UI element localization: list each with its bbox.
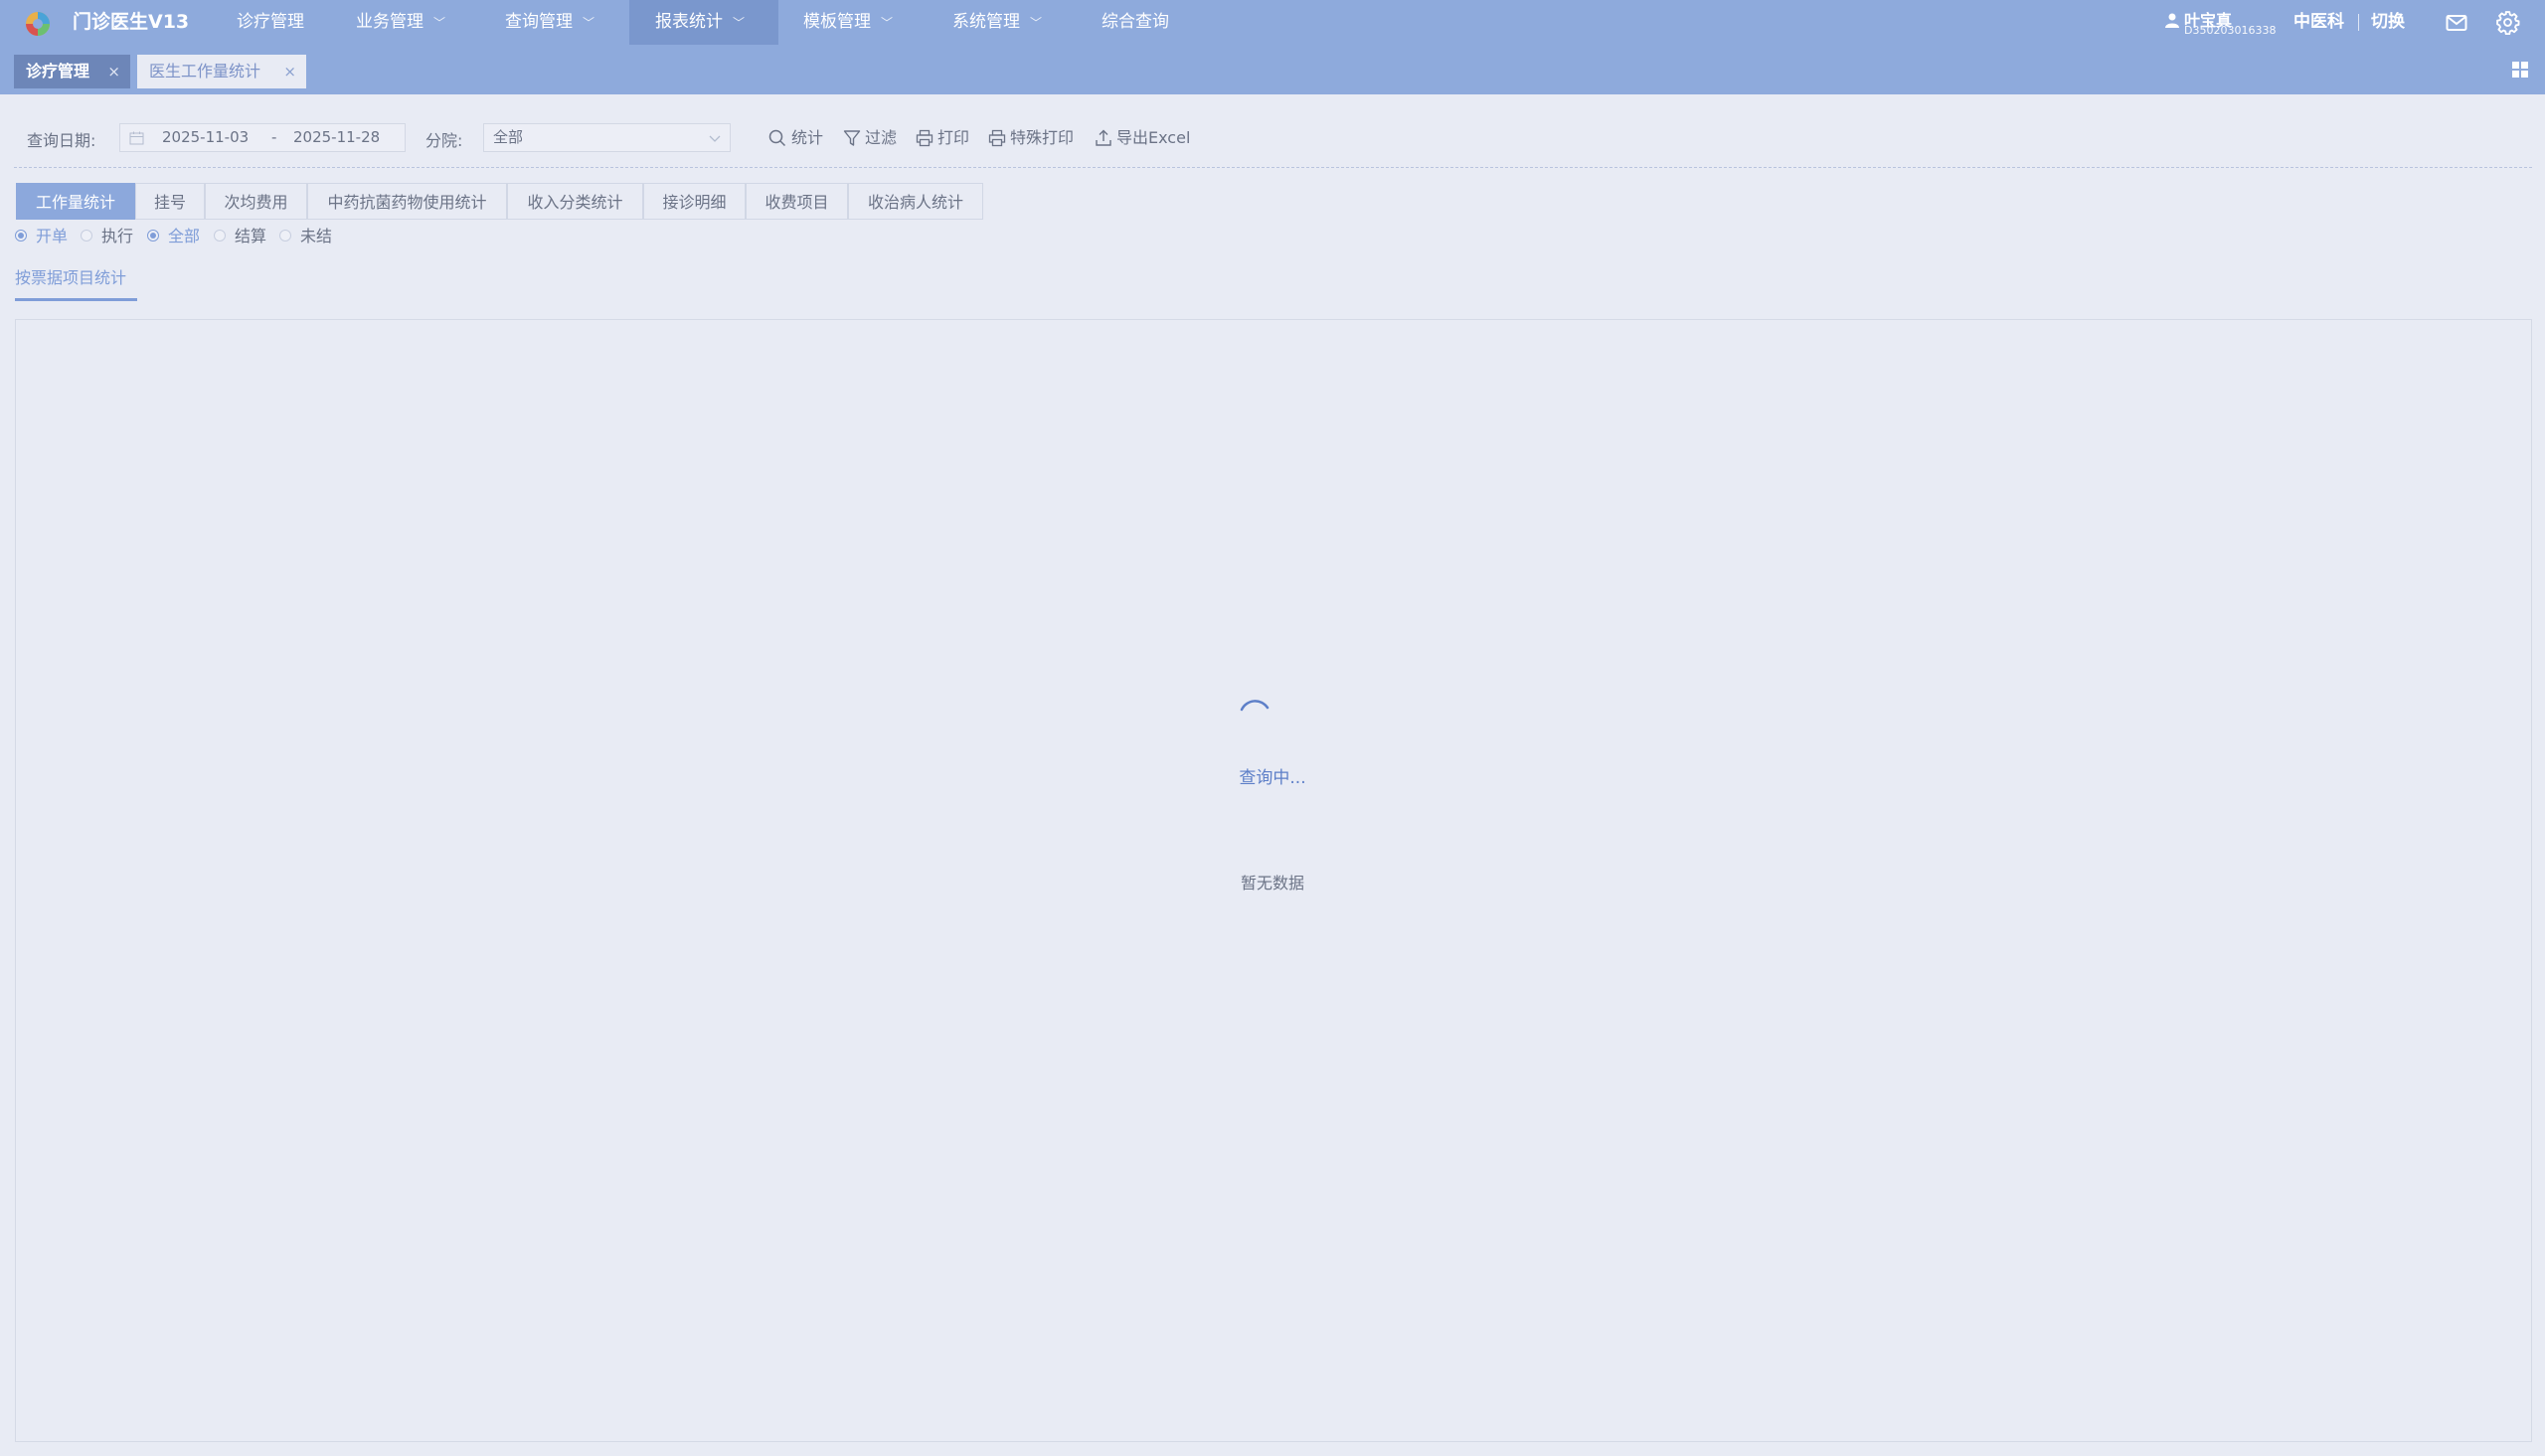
end-date[interactable]: 2025-11-28 [293, 124, 380, 151]
chevron-down-icon: ﹀ [733, 16, 746, 30]
nav-item-reports[interactable]: 报表统计 ﹀ [629, 0, 778, 45]
radio-label: 全部 [168, 227, 201, 245]
radio-unsettled[interactable]: 未结 [279, 226, 335, 247]
chevron-down-icon: ﹀ [1030, 16, 1043, 30]
radio-label: 执行 [101, 227, 134, 245]
nav-label: 模板管理 [803, 12, 871, 32]
radio-all[interactable]: 全部 [147, 226, 203, 247]
chevron-down-icon: ﹀ [583, 16, 595, 30]
user-icon [2165, 13, 2179, 28]
subtab-active-indicator [15, 298, 137, 301]
department-label: 中医科 [2293, 12, 2344, 32]
nav-label: 报表统计 [655, 12, 723, 32]
nav-item-business[interactable]: 业务管理 ﹀ [356, 0, 445, 45]
nav-label: 诊疗管理 [237, 12, 304, 32]
nav-item-clinical[interactable]: 诊疗管理 [237, 0, 304, 45]
query-date-label: 查询日期: [27, 131, 96, 150]
report-tab-herbal-antibiotic[interactable]: 中药抗菌药物使用统计 [307, 183, 507, 220]
export-excel-button[interactable]: 导出Excel [1095, 123, 1194, 152]
date-separator: - [271, 128, 277, 146]
page-tab-doctor-workload[interactable]: 医生工作量统计 × [137, 55, 306, 88]
page-tab-label: 诊疗管理 [26, 62, 90, 81]
nav-label: 查询管理 [505, 12, 573, 32]
branch-select[interactable]: 全部 [483, 123, 731, 152]
report-tab-workload[interactable]: 工作量统计 [16, 183, 135, 220]
close-icon[interactable]: × [283, 55, 296, 88]
app-logo-icon [26, 12, 50, 36]
radio-settled[interactable]: 结算 [214, 226, 269, 247]
special-print-button-label: 特殊打印 [1010, 128, 1075, 147]
radio-checked-icon [15, 230, 27, 242]
radio-order[interactable]: 开单 [15, 226, 71, 247]
filter-button[interactable]: 过滤 [843, 123, 901, 152]
gear-icon[interactable] [2495, 10, 2520, 35]
export-icon [1096, 129, 1111, 146]
radio-unchecked-icon [81, 230, 92, 242]
app-title: 门诊医生V13 [73, 11, 190, 33]
switch-button[interactable]: 切换 [2371, 0, 2405, 45]
printer-icon [916, 129, 933, 147]
filter-icon [843, 130, 861, 146]
report-tab-visit-detail[interactable]: 接诊明细 [643, 183, 746, 220]
nav-label: 业务管理 [356, 12, 424, 32]
radio-label: 未结 [300, 227, 333, 245]
subtab-by-invoice-item[interactable]: 按票据项目统计 [15, 264, 126, 291]
mail-icon[interactable] [2445, 11, 2468, 35]
nav-label: 综合查询 [1102, 12, 1169, 32]
page-tab-clinical[interactable]: 诊疗管理 × [14, 55, 130, 88]
search-icon [768, 129, 786, 147]
page-tab-strip: 诊疗管理 × 医生工作量统计 × [0, 45, 2545, 94]
radio-checked-icon [147, 230, 159, 242]
loading-spinner-icon [1240, 700, 1270, 712]
radio-execute[interactable]: 执行 [81, 226, 136, 247]
empty-state-text: 暂无数据 [1240, 874, 1304, 892]
nav-item-system[interactable]: 系统管理 ﹀ [952, 0, 1042, 45]
print-button[interactable]: 打印 [916, 123, 973, 152]
top-nav-bar: 门诊医生V13 诊疗管理 业务管理 ﹀ 查询管理 ﹀ 报表统计 ﹀ 模板管理 ﹀ 系统管… [0, 0, 2545, 45]
export-button-label: 导出Excel [1116, 128, 1191, 147]
nav-label: 系统管理 [952, 12, 1020, 32]
toolbar-divider [14, 167, 2532, 168]
report-tab-average-cost[interactable]: 次均费用 [205, 183, 307, 220]
nav-item-templates[interactable]: 模板管理 ﹀ [803, 0, 893, 45]
branch-label: 分院: [425, 131, 463, 150]
nav-item-query[interactable]: 查询管理 ﹀ [505, 0, 594, 45]
user-id: D350203016338 [2184, 24, 2277, 37]
radio-label: 结算 [235, 227, 267, 245]
stat-button[interactable]: 统计 [768, 123, 826, 152]
printer-icon [988, 129, 1006, 147]
nav-item-comprehensive[interactable]: 综合查询 [1102, 0, 1169, 45]
special-print-button[interactable]: 特殊打印 [988, 123, 1080, 152]
loading-text: 查询中... [1239, 768, 1306, 788]
report-tab-admitted-patients[interactable]: 收治病人统计 [848, 183, 983, 220]
date-range-picker[interactable]: 2025-11-03 - 2025-11-28 [119, 123, 406, 152]
radio-unchecked-icon [279, 230, 291, 242]
branch-select-value: 全部 [493, 128, 524, 146]
divider [2358, 14, 2359, 31]
stat-button-label: 统计 [791, 128, 824, 147]
page-tab-label: 医生工作量统计 [149, 62, 261, 81]
grid-menu-icon[interactable] [2510, 60, 2530, 80]
start-date[interactable]: 2025-11-03 [162, 124, 249, 151]
radio-label: 开单 [36, 227, 69, 245]
radio-unchecked-icon [214, 230, 226, 242]
chevron-down-icon [709, 135, 721, 142]
report-tab-registration[interactable]: 挂号 [135, 183, 205, 220]
print-button-label: 打印 [937, 128, 970, 147]
chevron-down-icon: ﹀ [881, 16, 894, 30]
report-tab-income-category[interactable]: 收入分类统计 [507, 183, 643, 220]
filter-button-label: 过滤 [865, 128, 898, 147]
chevron-down-icon: ﹀ [433, 16, 446, 30]
close-icon[interactable]: × [107, 55, 120, 88]
report-tab-charge-items[interactable]: 收费项目 [746, 183, 848, 220]
calendar-icon [129, 131, 144, 145]
